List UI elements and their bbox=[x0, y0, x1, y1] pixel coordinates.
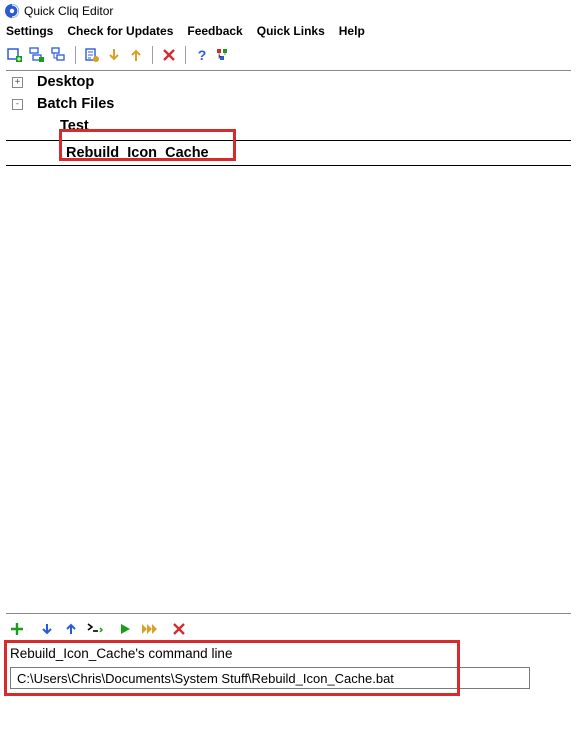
separator bbox=[185, 46, 186, 64]
separator bbox=[75, 46, 76, 64]
edit-icon[interactable] bbox=[83, 46, 101, 64]
add-icon[interactable] bbox=[8, 620, 26, 638]
command-line-label: Rebuild_Icon_Cache's command line bbox=[6, 644, 571, 665]
separator bbox=[152, 46, 153, 64]
play-icon[interactable] bbox=[116, 620, 134, 638]
tree-label-selected: Rebuild_Icon_Cache bbox=[66, 145, 209, 161]
help-symbol: ? bbox=[198, 47, 207, 63]
tree-view[interactable]: + Desktop - Batch Files Test Rebuild_Ico… bbox=[6, 70, 571, 614]
down-icon[interactable] bbox=[38, 620, 56, 638]
tree-label: Test bbox=[60, 118, 89, 134]
prompt-icon[interactable] bbox=[86, 620, 104, 638]
tree-options-icon[interactable] bbox=[215, 46, 233, 64]
tree-label: Desktop bbox=[37, 74, 94, 90]
help-icon[interactable]: ? bbox=[193, 46, 211, 64]
add-child-icon[interactable] bbox=[50, 46, 68, 64]
add-sibling-icon[interactable] bbox=[28, 46, 46, 64]
collapse-icon[interactable]: - bbox=[12, 99, 23, 110]
add-item-icon[interactable] bbox=[6, 46, 24, 64]
up-icon[interactable] bbox=[62, 620, 80, 638]
command-line-input[interactable] bbox=[10, 667, 530, 689]
command-line-panel: Rebuild_Icon_Cache's command line bbox=[6, 644, 571, 689]
move-down-icon[interactable] bbox=[105, 46, 123, 64]
delete-icon[interactable] bbox=[160, 46, 178, 64]
title-bar: Quick Cliq Editor bbox=[0, 0, 577, 22]
minus-symbol: - bbox=[15, 100, 20, 109]
expand-icon[interactable]: + bbox=[12, 77, 23, 88]
menu-bar: Settings Check for Updates Feedback Quic… bbox=[0, 22, 577, 42]
menu-help[interactable]: Help bbox=[339, 24, 365, 38]
tree-item-test[interactable]: Test bbox=[6, 115, 571, 137]
main-toolbar: ? bbox=[0, 42, 577, 68]
fast-forward-icon[interactable] bbox=[140, 620, 158, 638]
tree-item-rebuild-icon-cache[interactable]: Rebuild_Icon_Cache bbox=[6, 140, 571, 166]
menu-quick-links[interactable]: Quick Links bbox=[257, 24, 325, 38]
menu-check-updates[interactable]: Check for Updates bbox=[67, 24, 173, 38]
tree-item-batch-files[interactable]: - Batch Files bbox=[6, 93, 571, 115]
plus-symbol: + bbox=[15, 78, 20, 87]
remove-icon[interactable] bbox=[170, 620, 188, 638]
menu-feedback[interactable]: Feedback bbox=[187, 24, 242, 38]
item-toolbar bbox=[0, 614, 577, 644]
app-icon bbox=[4, 3, 20, 19]
menu-settings[interactable]: Settings bbox=[6, 24, 53, 38]
tree-label: Batch Files bbox=[37, 96, 114, 112]
tree-item-desktop[interactable]: + Desktop bbox=[6, 71, 571, 93]
app-title: Quick Cliq Editor bbox=[24, 4, 113, 18]
move-up-icon[interactable] bbox=[127, 46, 145, 64]
